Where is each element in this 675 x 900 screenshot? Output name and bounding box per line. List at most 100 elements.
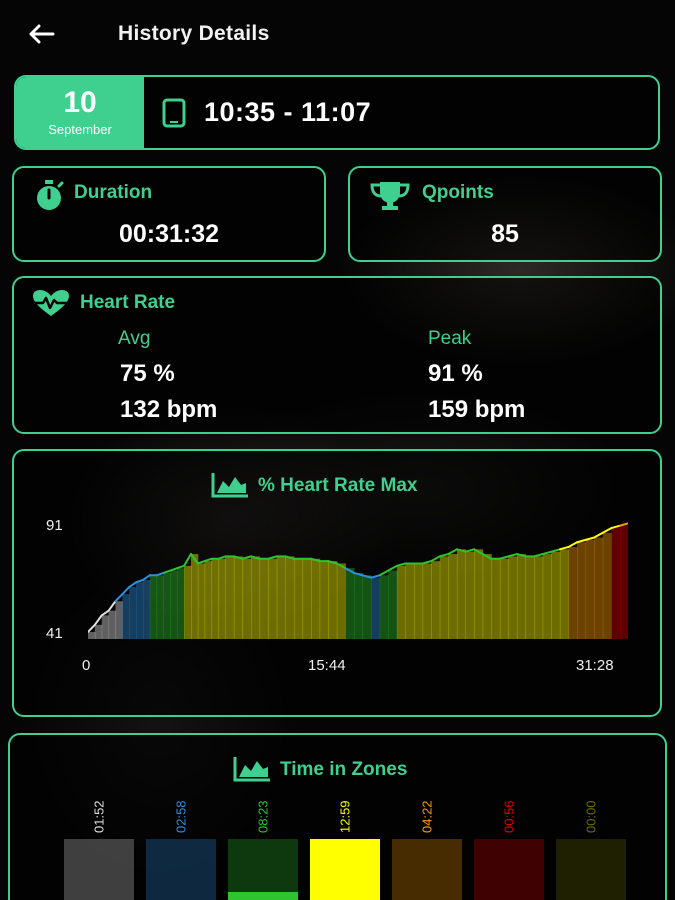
arrow-left-icon bbox=[29, 24, 55, 44]
x-tick-mid: 15:44 bbox=[308, 657, 346, 674]
zone-time-label: 00:56 bbox=[501, 800, 517, 834]
chart-fill-column bbox=[456, 549, 467, 639]
x-tick-end: 31:28 bbox=[576, 657, 614, 674]
avg-label: Avg bbox=[118, 328, 151, 349]
chart-fill-column bbox=[534, 556, 544, 639]
chart-fill-column bbox=[218, 558, 226, 639]
chart-fill-column bbox=[362, 575, 372, 639]
chart-line-segment bbox=[378, 569, 390, 577]
chart-fill-column bbox=[559, 549, 569, 639]
zone-time-label: 12:59 bbox=[337, 800, 353, 834]
zone-bar-background bbox=[556, 839, 626, 900]
chart-line-segment bbox=[387, 564, 398, 572]
chart-line-segment bbox=[100, 609, 110, 617]
chart-line-segment bbox=[498, 555, 510, 560]
zone-bar-background bbox=[474, 839, 544, 900]
time-row: 10:35 - 11:07 bbox=[162, 97, 371, 128]
chart-fill-column bbox=[259, 558, 269, 639]
chart-fill-column bbox=[184, 565, 192, 639]
chart-fill-column bbox=[594, 537, 604, 639]
chart-line-segment bbox=[558, 545, 570, 551]
qpoints-card: Qpoints 85 bbox=[348, 166, 662, 262]
page-title: History Details bbox=[118, 22, 270, 45]
heart-rate-line-chart bbox=[88, 522, 628, 639]
chart-line-segment bbox=[155, 571, 165, 577]
chart-fill-column bbox=[122, 594, 130, 639]
chart-fill-column bbox=[611, 528, 621, 639]
chart-fill-column bbox=[516, 554, 527, 639]
zone-time-label: 04:22 bbox=[419, 800, 435, 834]
chart-line-segment bbox=[447, 548, 458, 556]
chart-fill-column bbox=[211, 558, 219, 639]
zone-bar-fill bbox=[228, 892, 298, 900]
area-chart-icon bbox=[211, 473, 248, 498]
chart-line-segment bbox=[88, 623, 96, 633]
chart-fill-column bbox=[585, 539, 595, 639]
zone-bar-background bbox=[392, 839, 462, 900]
qpoints-value: 85 bbox=[491, 220, 519, 248]
time-in-zones-card: Time in Zones 01:52 02:58 08:23 12:59 04:22 0… bbox=[8, 733, 667, 900]
chart-fill-column bbox=[94, 624, 103, 639]
chart-fill-column bbox=[156, 575, 165, 639]
zones-title: Time in Zones bbox=[280, 759, 408, 780]
zone-bar-fill bbox=[310, 839, 380, 900]
chart-line-segment bbox=[114, 593, 124, 603]
chart-line-segment bbox=[576, 538, 587, 544]
chart-fill-column bbox=[251, 556, 261, 639]
chart-fill-column bbox=[311, 558, 321, 639]
chart-line-segment bbox=[183, 553, 192, 567]
chart-fill-column bbox=[129, 587, 137, 639]
duration-card: Duration 00:31:32 bbox=[12, 166, 326, 262]
qpoints-label: Qpoints bbox=[422, 182, 494, 203]
zone-time-label: 01:52 bbox=[91, 800, 107, 834]
zone-bar-background bbox=[228, 839, 298, 900]
heart-rate-card: Heart Rate Avg 75 % 132 bpm Peak 91 % 15… bbox=[12, 276, 662, 434]
chart-title: % Heart Rate Max bbox=[258, 475, 418, 496]
tablet-icon bbox=[162, 98, 186, 127]
chart-fill-column bbox=[225, 556, 235, 639]
chart-line-segment bbox=[507, 553, 518, 558]
avg-percent: 75 % bbox=[120, 360, 175, 387]
chart-fill-column bbox=[190, 554, 199, 639]
chart-line-segment bbox=[438, 553, 450, 558]
chart-line-segment bbox=[128, 581, 138, 589]
chart-line-segment bbox=[593, 531, 604, 539]
chart-fill-column bbox=[242, 558, 252, 639]
chart-line-segment bbox=[107, 600, 117, 612]
duration-value: 00:31:32 bbox=[118, 220, 220, 248]
heart-rate-max-chart-card: % Heart Rate Max 91 41 0 15:44 31:28 bbox=[12, 449, 662, 717]
peak-label: Peak bbox=[428, 328, 472, 349]
date-month: September bbox=[48, 122, 112, 137]
chart-line-segment bbox=[584, 536, 596, 541]
chart-fill-column bbox=[142, 580, 151, 639]
chart-fill-column bbox=[163, 572, 171, 639]
chart-line-segment bbox=[610, 524, 621, 530]
chart-line-segment bbox=[533, 553, 544, 558]
trophy-icon bbox=[370, 182, 410, 210]
chart-fill-column bbox=[602, 532, 612, 639]
duration-label: Duration bbox=[74, 182, 153, 203]
chart-fill-column bbox=[551, 551, 561, 639]
chart-fill-column bbox=[197, 563, 206, 639]
peak-percent: 91 % bbox=[428, 360, 483, 387]
chart-fill-column bbox=[319, 561, 329, 639]
chart-line-segment bbox=[550, 548, 561, 553]
app-header: History Details bbox=[0, 0, 675, 68]
back-button[interactable] bbox=[22, 14, 62, 54]
heart-rate-label: Heart Rate bbox=[80, 292, 176, 313]
chart-line-segment bbox=[135, 579, 144, 584]
chart-line-segment bbox=[162, 569, 172, 574]
chart-line-segment bbox=[169, 567, 179, 572]
chart-line-segment bbox=[241, 555, 253, 560]
chart-fill-column bbox=[542, 554, 552, 639]
chart-fill-column bbox=[101, 615, 110, 639]
session-date-card: 10 September 10:35 - 11:07 bbox=[14, 75, 660, 150]
stopwatch-icon bbox=[37, 180, 64, 210]
chart-fill-column bbox=[108, 610, 116, 639]
chart-fill-column bbox=[268, 558, 278, 639]
zone-time-label: 02:58 bbox=[173, 800, 189, 834]
chart-line-segment bbox=[196, 560, 206, 565]
chart-fill-column bbox=[276, 556, 286, 639]
chart-fill-column bbox=[170, 570, 178, 639]
zone-bar-background bbox=[146, 839, 216, 900]
